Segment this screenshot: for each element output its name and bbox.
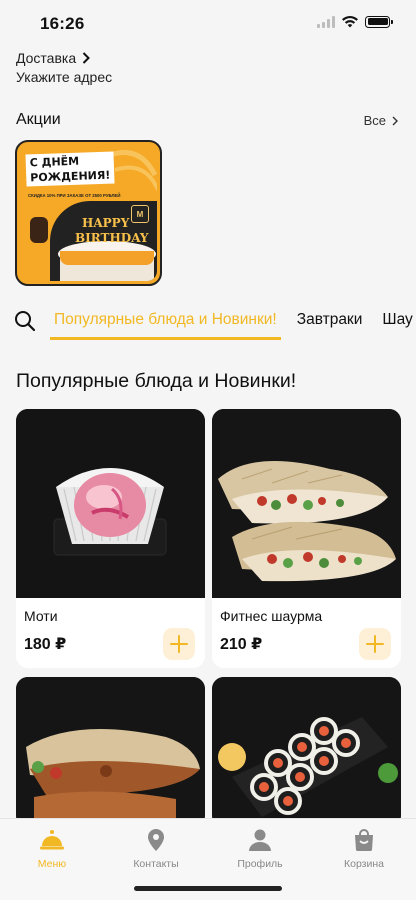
promo-banner-line1: С ДНЁМ — [29, 154, 80, 170]
cellular-signal-icon — [317, 15, 335, 28]
promo-banner-line2: РОЖДЕНИЯ! — [30, 168, 111, 185]
promo-section-title: Акции — [16, 111, 61, 128]
add-to-cart-button[interactable] — [359, 628, 391, 660]
category-tabs: Популярные блюда и Новинки! Завтраки Шау — [50, 300, 416, 340]
delivery-label: Доставка — [16, 50, 77, 66]
brand-logo-icon: M — [131, 205, 149, 223]
chocolate-decor — [30, 217, 48, 243]
product-price: 180 ₽ — [24, 636, 67, 653]
delivery-address[interactable]: Укажите адрес — [16, 69, 112, 85]
home-indicator[interactable] — [134, 886, 282, 891]
tab-contacts[interactable]: Контакты — [104, 827, 208, 870]
promo-banner: С ДНЁМ РОЖДЕНИЯ! — [25, 151, 115, 187]
promo-all-link[interactable]: Все — [364, 113, 398, 128]
status-bar: 16:26 — [0, 0, 416, 44]
delivery-selector[interactable]: Доставка Укажите адрес — [16, 50, 112, 85]
promo-image: HAPPY BIRTHDAY M С ДНЁМ РОЖДЕНИЯ! СКИДКА… — [20, 145, 157, 281]
product-image — [212, 677, 401, 827]
product-name: Моти — [24, 608, 58, 624]
product-card-moti[interactable]: Моти 180 ₽ — [16, 409, 205, 668]
product-card-fitness-shawarma[interactable]: Фитнес шаурма 210 ₽ — [212, 409, 401, 668]
delivery-mode[interactable]: Доставка — [16, 50, 112, 66]
person-icon — [247, 827, 273, 853]
status-icons — [317, 15, 393, 28]
tab-label: Меню — [37, 858, 67, 870]
product-name: Фитнес шаурма — [220, 608, 323, 624]
section-title: Популярные блюда и Новинки! — [16, 370, 297, 392]
chevron-right-icon — [392, 116, 398, 125]
category-bar: Популярные блюда и Новинки! Завтраки Шау — [0, 300, 416, 344]
tab-profile[interactable]: Профиль — [208, 827, 312, 870]
promo-happy-text: HAPPY — [82, 216, 130, 230]
status-time: 16:26 — [40, 14, 85, 33]
tab-menu[interactable]: Меню — [0, 827, 104, 870]
tab-shawarma[interactable]: Шау — [378, 300, 416, 340]
shopping-bag-icon — [351, 827, 377, 853]
tab-breakfast[interactable]: Завтраки — [293, 300, 367, 340]
promo-subtitle: СКИДКА 10% ПРИ ЗАКАЗЕ ОТ 2500 РУБЛЕЙ — [28, 193, 121, 198]
plus-icon — [170, 635, 188, 653]
tab-label: Контакты — [133, 858, 179, 870]
plus-icon — [366, 635, 384, 653]
product-image — [16, 677, 205, 827]
product-card-shawarma[interactable] — [16, 677, 205, 827]
product-image — [16, 409, 205, 598]
battery-icon — [365, 15, 393, 28]
chevron-right-icon — [82, 52, 91, 64]
product-card-rolls[interactable] — [212, 677, 401, 827]
tab-label: Профиль — [237, 858, 283, 870]
wifi-icon — [342, 16, 358, 28]
add-to-cart-button[interactable] — [163, 628, 195, 660]
location-pin-icon — [143, 827, 169, 853]
tab-label: Корзина — [344, 858, 384, 870]
tab-popular[interactable]: Популярные блюда и Новинки! — [50, 300, 281, 340]
product-image — [212, 409, 401, 598]
promo-birthday-text: BIRTHDAY — [75, 231, 149, 245]
cloche-icon — [39, 827, 65, 853]
tab-cart[interactable]: Корзина — [312, 827, 416, 870]
search-icon[interactable] — [14, 310, 36, 332]
promo-card-birthday[interactable]: HAPPY BIRTHDAY M С ДНЁМ РОЖДЕНИЯ! СКИДКА… — [15, 140, 162, 286]
product-price: 210 ₽ — [220, 636, 263, 653]
promo-all-label: Все — [363, 113, 386, 128]
